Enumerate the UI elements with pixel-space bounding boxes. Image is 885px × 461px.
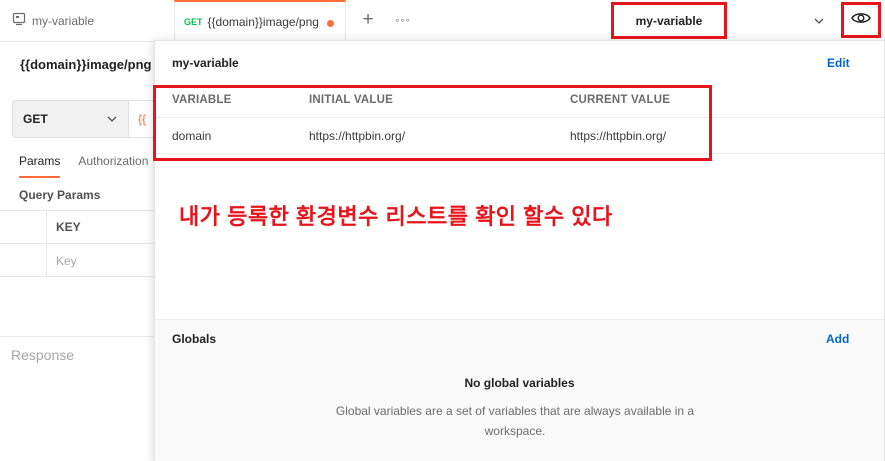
divider — [0, 336, 160, 337]
red-highlight-box — [153, 85, 712, 161]
popover-environment-name: my-variable — [172, 56, 239, 70]
empty-state-description: Global variables are a set of variables … — [335, 404, 695, 438]
new-tab-button[interactable]: + — [358, 10, 378, 30]
environment-tab-label: my-variable — [32, 13, 95, 28]
chevron-down-icon — [105, 112, 119, 129]
eye-icon — [851, 11, 871, 30]
response-label: Response — [11, 347, 75, 363]
tab-authorization[interactable]: Authorization — [78, 154, 148, 168]
tab-bar: my-variable GET {{domain}}image/png + ◦◦… — [0, 0, 885, 42]
request-tab[interactable]: GET {{domain}}image/png — [174, 0, 346, 42]
environment-icon — [12, 12, 26, 29]
url-input[interactable]: {{ — [129, 101, 146, 137]
request-tab-method: GET — [184, 17, 203, 27]
request-title: {{domain}}image/png — [20, 57, 152, 72]
query-params-label: Query Params — [19, 188, 101, 202]
environment-selector[interactable]: my-variable — [611, 2, 727, 39]
key-column-header: KEY — [46, 211, 81, 243]
environment-tab[interactable]: my-variable — [0, 0, 174, 41]
chevron-down-icon[interactable] — [810, 12, 828, 30]
environment-quick-look-popover: my-variable Edit VARIABLE INITIAL VALUE … — [153, 40, 885, 461]
table-header-row: KEY — [0, 211, 160, 244]
environment-selector-value: my-variable — [635, 13, 703, 28]
request-tab-title: {{domain}}image/png — [207, 15, 319, 29]
edit-environment-link[interactable]: Edit — [827, 56, 850, 70]
globals-title: Globals — [172, 332, 217, 346]
annotation-text: 내가 등록한 환경변수 리스트를 확인 할수 있다 — [179, 204, 613, 229]
globals-section: Globals Add No global variables Global v… — [155, 319, 884, 461]
postman-window: my-variable GET {{domain}}image/png + ◦◦… — [0, 0, 885, 461]
method-select[interactable]: GET — [13, 101, 129, 137]
empty-state-title: No global variables — [464, 376, 575, 390]
request-tabs: Params Authorization — [19, 154, 148, 178]
request-url-bar: GET {{ — [12, 100, 162, 138]
tab-params[interactable]: Params — [19, 154, 61, 178]
unsaved-dot-icon — [327, 20, 334, 27]
method-select-value: GET — [23, 112, 48, 126]
add-global-link[interactable]: Add — [826, 332, 849, 346]
key-input[interactable]: Key — [46, 244, 77, 277]
table-row: Key — [0, 244, 160, 277]
environment-quick-look-button[interactable] — [841, 2, 881, 38]
query-params-table: KEY Key — [0, 210, 160, 277]
more-icon[interactable]: ◦◦◦ — [393, 10, 413, 30]
